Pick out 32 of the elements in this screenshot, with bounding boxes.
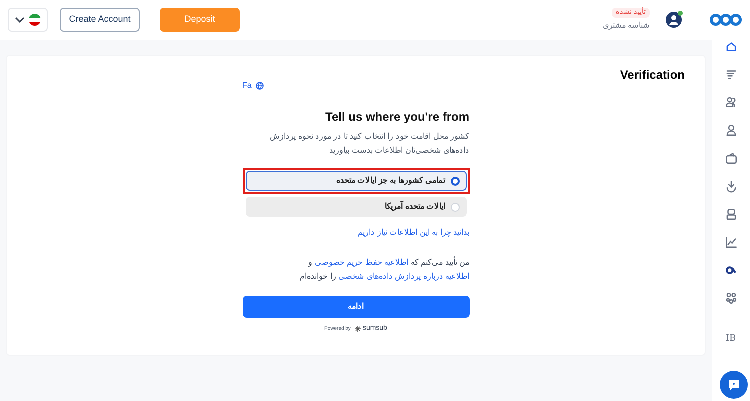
avatar-icon — [666, 12, 682, 28]
download-icon[interactable] — [724, 180, 738, 193]
country-option[interactable]: تمامی کشورها به جز ایالات متحده — [246, 171, 466, 191]
chart-icon[interactable] — [724, 236, 738, 249]
form-heading: Tell us where you're from — [326, 109, 470, 126]
policy-link[interactable]: اطلاعیه درباره پردازش داده‌های شخصی — [338, 272, 470, 281]
radio-button[interactable] — [450, 176, 460, 186]
home-icon[interactable] — [724, 40, 738, 53]
logo-mark-icon[interactable] — [724, 264, 738, 277]
continue-button[interactable]: ادامه — [242, 296, 470, 318]
user-icon[interactable] — [724, 124, 738, 137]
chat-icon — [727, 378, 741, 392]
language-link[interactable]: Fa — [242, 80, 264, 92]
logo-icon — [710, 13, 742, 27]
page-title: Verification — [620, 67, 685, 84]
caret-icon — [15, 17, 25, 23]
globe-icon — [256, 82, 264, 90]
policy-link[interactable]: اطلاعیه حفظ حریم خصوصی — [314, 258, 409, 267]
create-account-button[interactable]: Create Account — [60, 8, 140, 32]
wallet-icon[interactable] — [724, 152, 738, 165]
users-icon[interactable] — [724, 96, 738, 109]
language-dropdown[interactable] — [8, 8, 48, 32]
why-link[interactable]: بدانید چرا به این اطلاعات نیاز داریم — [358, 227, 470, 239]
customer-id-label: شناسه مشتری — [602, 20, 650, 32]
consent-text: من تأیید می‌کنم که اطلاعیه حفظ حریم خصوصی و اطلاعیه درباره پردازش داده‌های شخصی را خوانده‌ام — [299, 256, 470, 283]
sidebar-item[interactable]: IB — [726, 333, 736, 345]
lines-icon[interactable] — [724, 68, 738, 81]
brand-icon — [354, 326, 361, 332]
group-icon[interactable] — [724, 292, 738, 305]
stamp-icon[interactable] — [724, 208, 738, 221]
form-description: کشور محل اقامت خود را انتخاب کنید تا در مورد نحوه پردازش داده‌های شخصی‌تان اطلاعات بدست بیاورید — [269, 131, 470, 157]
country-option[interactable]: ایالات متحده آمریکا — [246, 197, 466, 217]
